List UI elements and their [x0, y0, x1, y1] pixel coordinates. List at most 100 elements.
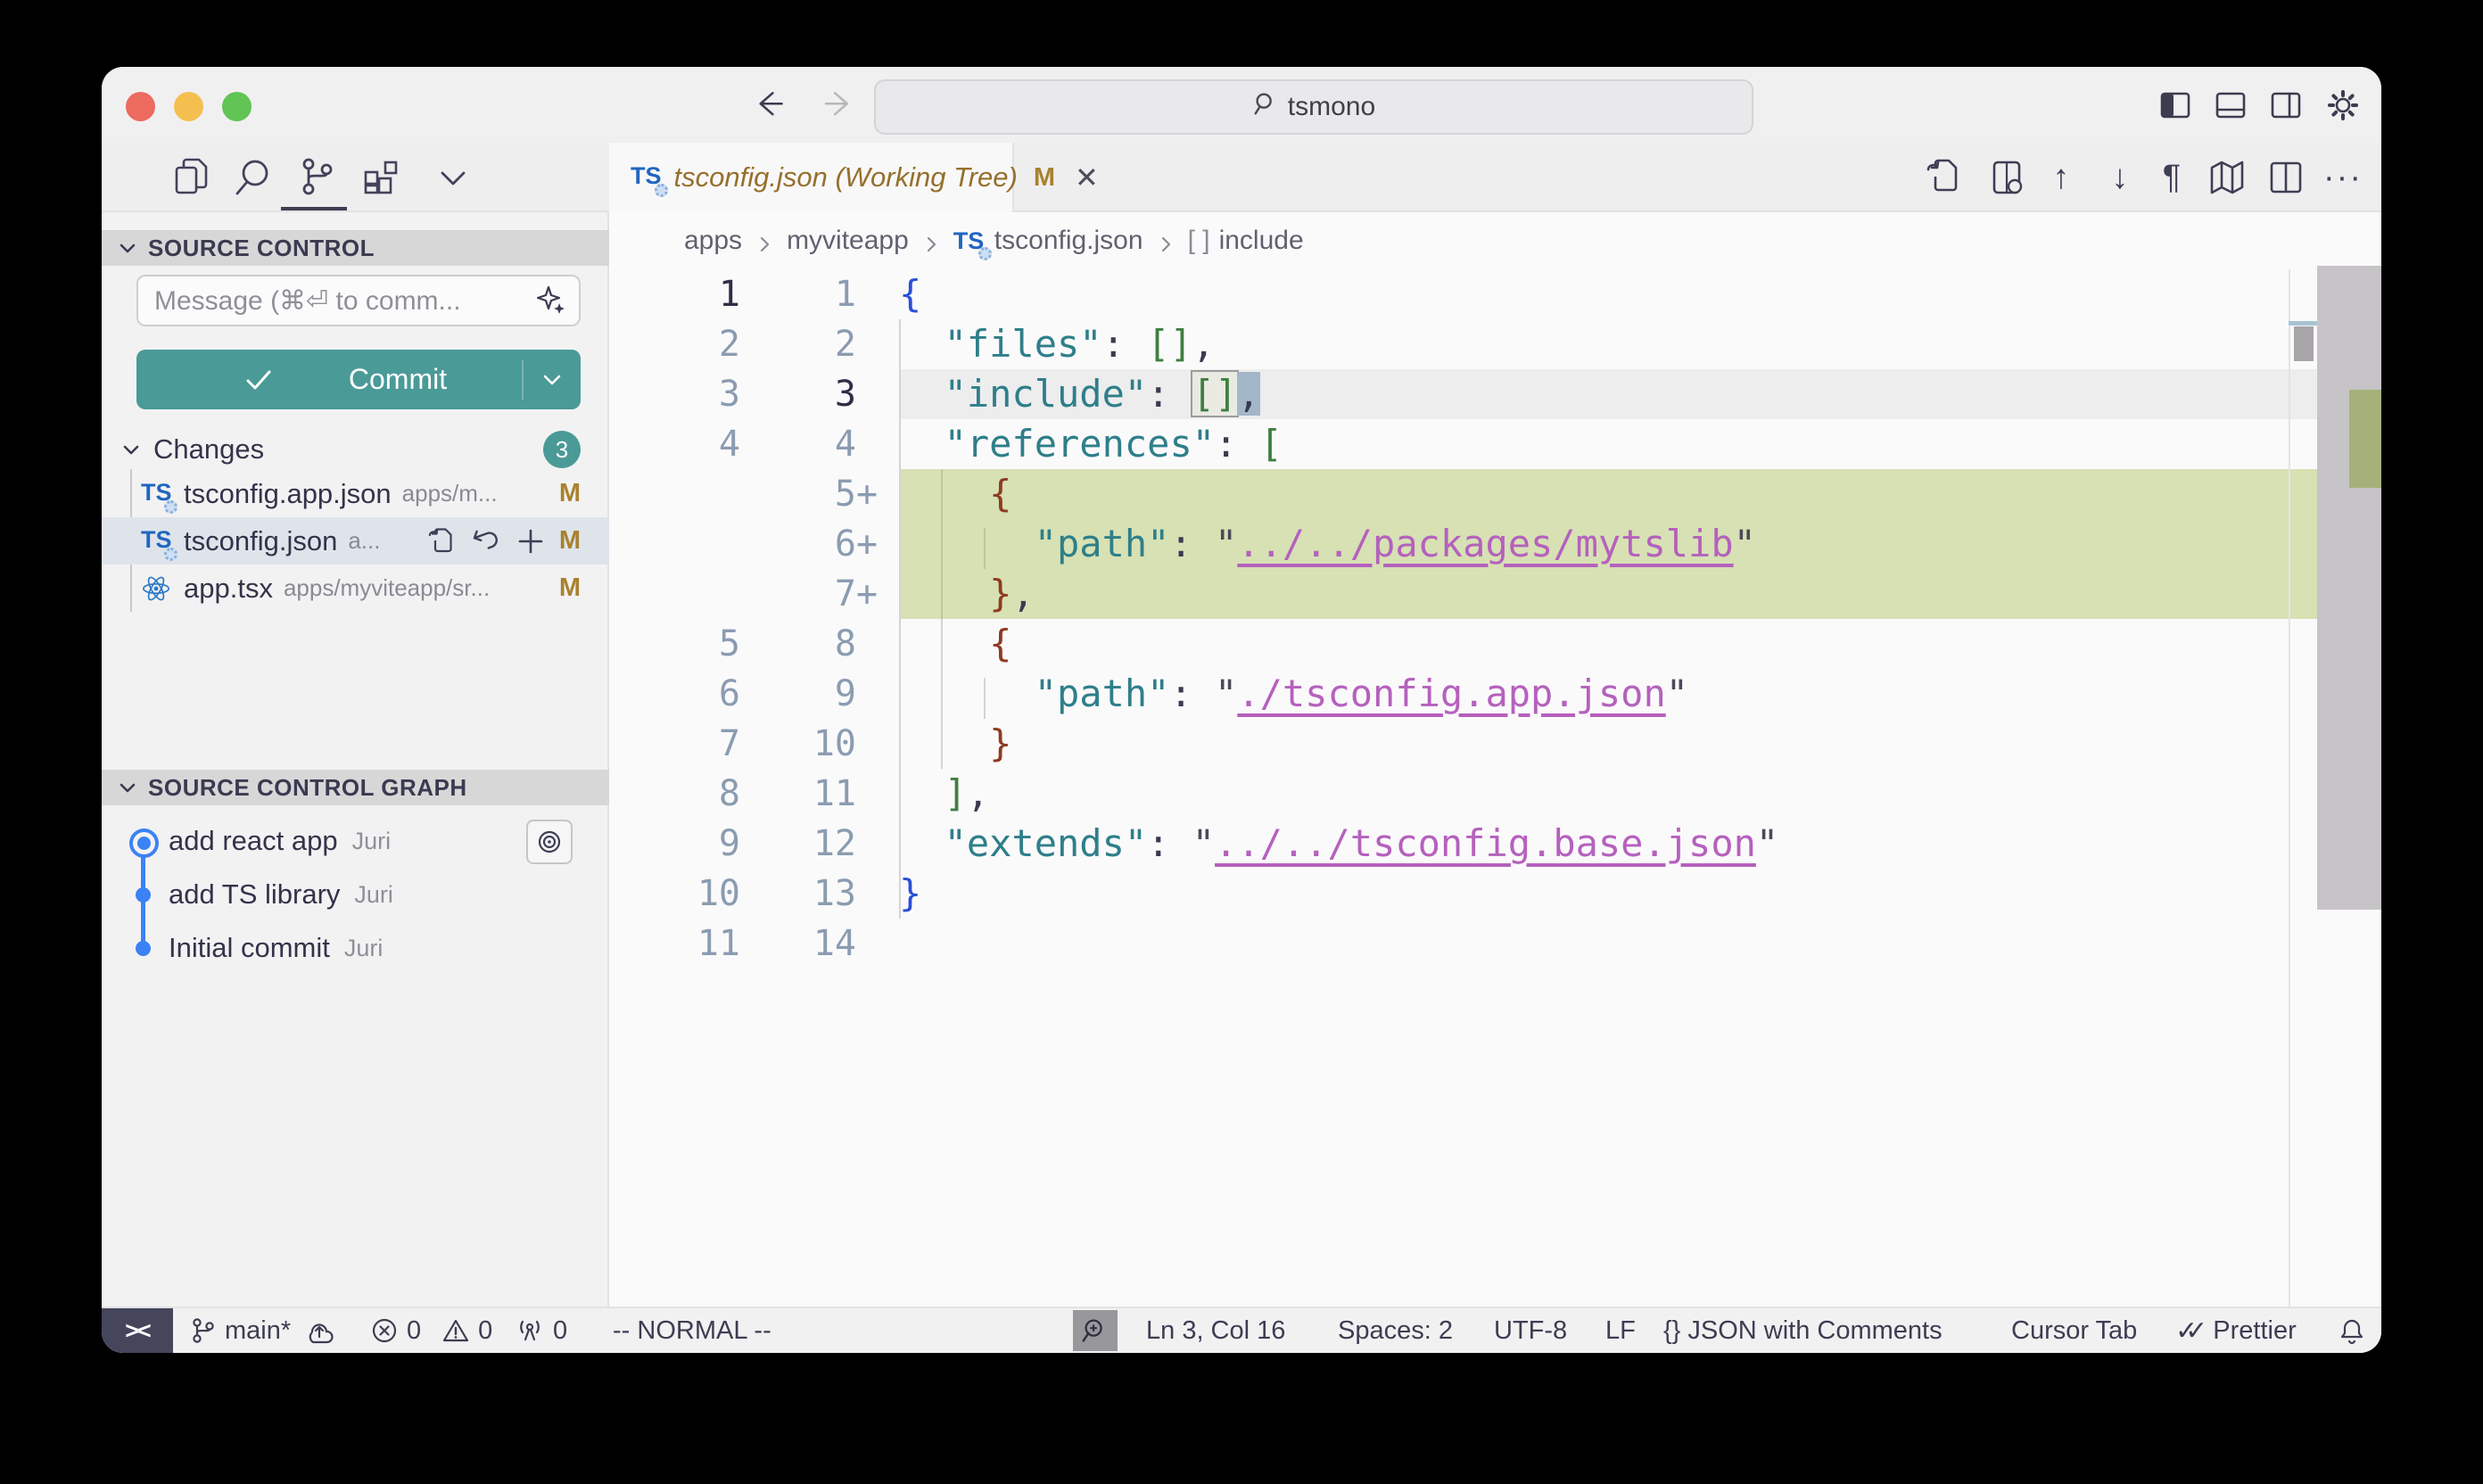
- code-line-4[interactable]: 44 "references": [: [609, 419, 2317, 469]
- change-row-app-tsx[interactable]: app.tsx apps/myviteapp/sr... M: [102, 565, 609, 612]
- scrollbar-thumb[interactable]: [2317, 266, 2381, 910]
- breadcrumb-item-apps[interactable]: apps: [684, 226, 742, 256]
- publish-sync-icon: [303, 1315, 335, 1347]
- code-line-6[interactable]: 6+ "path": "../../packages/mytslib": [609, 519, 2317, 569]
- stage-changes-plus-icon[interactable]: [515, 525, 547, 557]
- indentation-indicator[interactable]: Spaces: 2: [1338, 1308, 1453, 1353]
- code-text: "path": "../../packages/mytslib": [899, 519, 2317, 569]
- code-line-10[interactable]: 710 }: [609, 719, 2317, 769]
- diff-editor[interactable]: 11{22 "files": [],33 "include": [],44 "r…: [609, 269, 2381, 1307]
- breadcrumb-item-tsconfig-json[interactable]: tsconfig.json: [994, 226, 1143, 256]
- commit-row-add-ts-library[interactable]: add TS library Juri: [102, 870, 609, 919]
- code-line-12[interactable]: 912 "extends": "../../tsconfig.base.json…: [609, 819, 2317, 869]
- code-text: }: [899, 719, 2317, 769]
- settings-gear-icon[interactable]: [2324, 87, 2362, 124]
- commit-author: Juri: [352, 828, 392, 855]
- explorer-icon[interactable]: [168, 153, 214, 200]
- code-line-2[interactable]: 22 "files": [],: [609, 319, 2317, 369]
- problems-indicator[interactable]: 0 0: [369, 1308, 492, 1353]
- modified-line-number: 13: [740, 869, 856, 919]
- toggle-secondary-sidebar-icon[interactable]: [2267, 87, 2305, 124]
- added-line-plus: [856, 719, 892, 769]
- source-control-view-icon[interactable]: [293, 153, 339, 200]
- commit-dot: [136, 887, 151, 903]
- navigate-back-icon[interactable]: [749, 85, 788, 124]
- generate-commit-message-sparkle-icon[interactable]: [534, 284, 568, 317]
- commit-message: Initial commit: [169, 932, 330, 964]
- extensions-view-icon[interactable]: [358, 153, 404, 200]
- open-file-icon[interactable]: [1921, 155, 1966, 200]
- minimize-window-button[interactable]: [174, 92, 203, 121]
- command-center-search[interactable]: tsmono: [874, 79, 1753, 135]
- chevron-right-icon: [921, 231, 941, 251]
- previous-change-icon[interactable]: ↑: [2039, 155, 2083, 200]
- goto-head-target-icon[interactable]: [526, 820, 573, 864]
- added-line-plus: +: [856, 569, 892, 619]
- code-line-9[interactable]: 69 "path": "./tsconfig.app.json": [609, 669, 2317, 719]
- code-content: 11{22 "files": [],33 "include": [],44 "r…: [609, 269, 2317, 969]
- breadcrumb-item-include[interactable]: include: [1219, 226, 1304, 256]
- tab-completion-indicator[interactable]: Cursor Tab: [2011, 1308, 2137, 1353]
- commit-button[interactable]: Commit: [136, 350, 581, 409]
- navigate-forward-icon[interactable]: [821, 85, 860, 124]
- original-line-number: 11: [609, 919, 740, 969]
- minimap-toggle-icon[interactable]: [2205, 155, 2249, 200]
- breadcrumb: apps myviteapp TS tsconfig.json [ ] incl…: [609, 212, 2381, 269]
- code-text: {: [899, 469, 2317, 519]
- modified-line-number: 12: [740, 819, 856, 869]
- search-view-icon[interactable]: [230, 153, 276, 200]
- vim-mode-indicator[interactable]: -- NORMAL --: [613, 1308, 771, 1353]
- formatter-indicator[interactable]: ✓✓ Prettier: [2175, 1308, 2297, 1353]
- eol-indicator[interactable]: LF: [1605, 1308, 1636, 1353]
- commit-row-initial-commit[interactable]: Initial commit Juri: [102, 923, 609, 973]
- source-control-graph-section-header[interactable]: SOURCE CONTROL GRAPH: [102, 770, 609, 805]
- cursor-position-indicator[interactable]: Ln 3, Col 16: [1146, 1308, 1285, 1353]
- branch-indicator[interactable]: main*: [187, 1308, 335, 1353]
- code-line-14[interactable]: 1114: [609, 919, 2317, 969]
- commit-dropdown-chevron-icon[interactable]: [524, 350, 581, 409]
- toggle-primary-sidebar-icon[interactable]: [2157, 87, 2194, 124]
- change-row-tsconfig-app-json[interactable]: TS tsconfig.app.json apps/m... M: [102, 470, 609, 517]
- changes-header[interactable]: Changes 3: [102, 430, 609, 469]
- original-line-number: 3: [609, 369, 740, 419]
- zoom-level-icon[interactable]: [1073, 1310, 1118, 1351]
- commit-row-add-react-app[interactable]: add react app Juri: [102, 816, 609, 866]
- chevron-right-icon: [755, 231, 774, 251]
- whitespace-toggle-icon[interactable]: ¶: [2149, 155, 2194, 200]
- close-window-button[interactable]: [126, 92, 155, 121]
- next-change-icon[interactable]: ↓: [2098, 155, 2142, 200]
- encoding-indicator[interactable]: UTF-8: [1494, 1308, 1567, 1353]
- code-line-13[interactable]: 1013}: [609, 869, 2317, 919]
- added-line-plus: [856, 919, 892, 969]
- maximize-window-button[interactable]: [222, 92, 252, 121]
- added-line-plus: [856, 419, 892, 469]
- code-line-1[interactable]: 11{: [609, 269, 2317, 319]
- original-line-number: 4: [609, 419, 740, 469]
- commit-message-placeholder: Message (⌘⏎ to comm...: [154, 285, 534, 317]
- code-line-3[interactable]: 33 "include": [],: [609, 369, 2317, 419]
- commit-message-input[interactable]: Message (⌘⏎ to comm...: [136, 275, 581, 326]
- split-editor-icon[interactable]: [2264, 155, 2308, 200]
- open-file-icon[interactable]: [425, 525, 458, 557]
- section-title: SOURCE CONTROL GRAPH: [148, 774, 467, 802]
- more-actions-icon[interactable]: ···: [2321, 155, 2365, 200]
- ports-indicator[interactable]: 0: [514, 1308, 567, 1353]
- code-line-5[interactable]: 5+ {: [609, 469, 2317, 519]
- tab-tsconfig-json-working-tree[interactable]: TS tsconfig.json (Working Tree) M ✕: [609, 143, 1014, 212]
- toggle-panel-icon[interactable]: [2212, 87, 2249, 124]
- source-control-section-header[interactable]: SOURCE CONTROL: [102, 230, 609, 266]
- tab-close-icon[interactable]: ✕: [1075, 161, 1099, 194]
- change-row-tsconfig-json[interactable]: TS tsconfig.json a... M: [102, 517, 609, 565]
- language-mode-indicator[interactable]: {} JSON with Comments: [1663, 1308, 1943, 1353]
- code-line-8[interactable]: 58 {: [609, 619, 2317, 669]
- breadcrumb-item-myviteapp[interactable]: myviteapp: [787, 226, 909, 256]
- code-line-7[interactable]: 7+ },: [609, 569, 2317, 619]
- file-path: apps/m...: [402, 480, 559, 507]
- code-line-11[interactable]: 811 ],: [609, 769, 2317, 819]
- more-views-chevron-icon[interactable]: [430, 153, 476, 200]
- inline-view-icon[interactable]: [1985, 155, 2030, 200]
- remote-indicator-icon[interactable]: ><: [102, 1308, 173, 1353]
- active-view-underline: [281, 207, 347, 210]
- discard-changes-icon[interactable]: [470, 525, 502, 557]
- notifications-bell-icon[interactable]: [2336, 1308, 2368, 1353]
